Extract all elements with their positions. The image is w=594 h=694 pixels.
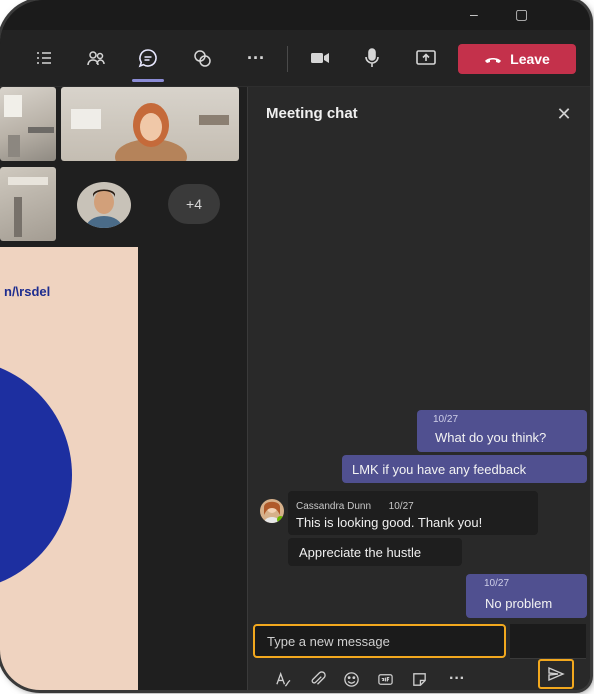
avatar-face — [86, 189, 122, 228]
send-icon — [548, 666, 565, 682]
leave-button[interactable]: Leave — [458, 44, 576, 74]
camera-icon[interactable] — [304, 42, 336, 74]
close-icon[interactable]: ✕ — [551, 101, 577, 127]
format-icon[interactable] — [272, 668, 294, 690]
teams-window: – ▢ ··· Leave +4 n/\rsdel Meeting chat ✕… — [0, 0, 590, 690]
reactions-icon[interactable] — [186, 42, 218, 74]
attach-icon[interactable] — [306, 668, 328, 690]
chat-title: Meeting chat — [266, 105, 358, 122]
sender-avatar — [260, 499, 284, 523]
message-sender: Cassandra Dunn — [296, 501, 372, 512]
minimize-button[interactable]: – — [470, 6, 478, 22]
people-icon[interactable] — [80, 42, 112, 74]
more-options-icon[interactable]: ··· — [446, 668, 468, 690]
participant-avatar — [77, 182, 131, 228]
message-timestamp: 10/27 — [388, 501, 414, 512]
sticker-icon[interactable] — [408, 668, 430, 690]
send-button[interactable] — [538, 659, 574, 689]
office-scene — [4, 95, 54, 157]
message-incoming: Cassandra Dunn 10/27 This is looking goo… — [288, 491, 538, 535]
gif-icon[interactable] — [374, 668, 396, 690]
emoji-icon[interactable] — [340, 668, 362, 690]
meeting-chat-panel: Meeting chat ✕ 10/27 What do you think? … — [247, 87, 590, 690]
participants-list-icon[interactable] — [28, 42, 60, 74]
video-tile-woman — [61, 87, 239, 161]
message-incoming: Appreciate the hustle — [288, 538, 462, 566]
message-outgoing: LMK if you have any feedback — [342, 455, 587, 483]
mic-icon[interactable] — [356, 42, 388, 74]
message-text: What do you think? — [435, 430, 547, 445]
compose-box-extension[interactable] — [510, 624, 586, 659]
meeting-stage: +4 n/\rsdel — [0, 87, 247, 690]
share-icon[interactable] — [410, 42, 442, 74]
more-participants-badge[interactable]: +4 — [168, 184, 220, 224]
toolbar-divider — [287, 46, 288, 72]
message-text: Appreciate the hustle — [299, 544, 422, 560]
compose-placeholder: Type a new message — [267, 633, 390, 649]
compose-box[interactable]: Type a new message — [253, 624, 506, 658]
message-text: LMK if you have any feedback — [352, 461, 527, 477]
more-icon[interactable]: ··· — [240, 42, 272, 74]
participant-video — [71, 103, 229, 161]
chat-icon[interactable] — [132, 42, 164, 74]
video-tile-left — [0, 87, 56, 161]
message-text: This is looking good. Thank you! — [296, 515, 483, 530]
shared-content-brand: n/\rsdel — [4, 284, 51, 299]
message-outgoing: 10/27 What do you think? — [417, 410, 587, 452]
maximize-button[interactable]: ▢ — [515, 6, 528, 23]
chat-active-indicator — [132, 79, 164, 82]
presence-available-icon — [277, 516, 284, 523]
room-scene — [8, 177, 48, 237]
leave-label: Leave — [510, 51, 550, 67]
message-outgoing: 10/27 No problem — [466, 574, 587, 618]
video-tile-left-2 — [0, 167, 56, 241]
message-timestamp: 10/27 — [433, 414, 459, 425]
shared-content-graphic — [0, 359, 72, 591]
title-bar: – ▢ — [0, 0, 590, 30]
message-text: No problem — [485, 596, 553, 611]
message-timestamp: 10/27 — [484, 578, 510, 589]
hang-up-icon — [485, 58, 502, 63]
meeting-toolbar: ··· Leave — [0, 30, 590, 87]
shared-content: n/\rsdel — [0, 247, 138, 690]
